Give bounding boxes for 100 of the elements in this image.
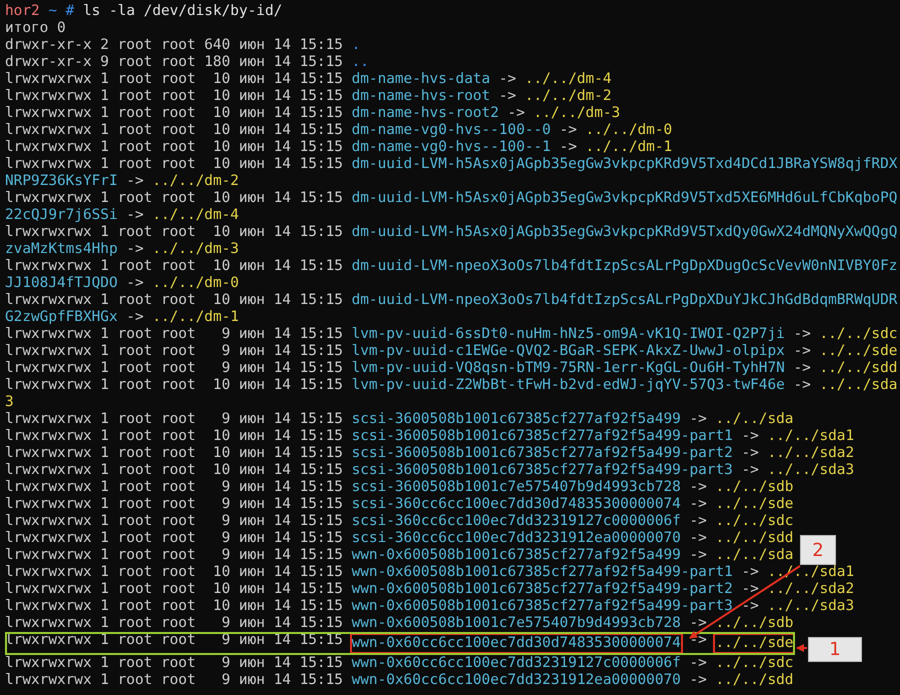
link-target: ../../sda2	[767, 581, 854, 597]
link-target: ../../sdc	[715, 655, 794, 671]
file-info: lrwxrwxrwx 1 root root 9 июн 14 15:15	[5, 479, 343, 495]
listing-entry: lrwxrwxrwx 1 root root 10 июн 14 15:15 dm-uuid-LVM-h5Asx0jAGpb35egGw3vkpcpKRd9V5Txd4DCd1JBRaYSW8qjfRDXNRP9Z36KsYFrI -> ../../dm-2	[5, 156, 898, 190]
callout-badge: 1	[808, 637, 862, 662]
link-arrow: ->	[741, 428, 759, 444]
file-name: ..	[352, 54, 369, 70]
link-target: ../../sda	[715, 547, 794, 563]
file-info: lrwxrwxrwx 1 root root 9 июн 14 15:15	[5, 343, 343, 359]
file-name: dm-name-hvs-data	[352, 71, 490, 87]
file-name: scsi-3600508b1001c67385cf277af92f5a499	[352, 411, 681, 427]
file-name: wwn-0x60cc6cc100ec7dd3231912ea00000070	[352, 672, 681, 688]
link-target: ../../dm-2	[524, 88, 612, 104]
total-line: итого 0	[5, 20, 66, 36]
file-name: wwn-0x600508b1001c67385cf277af92f5a499	[352, 547, 681, 563]
link-arrow: ->	[560, 122, 577, 138]
file-info: lrwxrwxrwx 1 root root 10 июн 14 15:15	[5, 105, 343, 121]
callout-arrow	[796, 644, 807, 652]
file-info: lrwxrwxrwx 1 root root 10 июн 14 15:15	[5, 445, 343, 461]
link-target: ../../dm-0	[586, 122, 672, 138]
link-arrow: ->	[689, 411, 707, 427]
file-info: lrwxrwxrwx 1 root root 9 июн 14 15:15	[5, 655, 343, 671]
link-target: ../../sdd	[819, 360, 898, 376]
file-name: dm-name-hvs-root	[352, 88, 490, 104]
link-arrow: ->	[508, 105, 525, 121]
link-arrow: ->	[689, 479, 707, 495]
file-name: dm-name-vg0-hvs--100--0	[352, 122, 551, 138]
file-info: lrwxrwxrwx 1 root root 10 июн 14 15:15	[5, 462, 343, 478]
link-target: ../../sda2	[767, 445, 854, 461]
link-target: ../../sde	[819, 343, 898, 359]
listing-entry: lrwxrwxrwx 1 root root 10 июн 14 15:15 lvm-pv-uuid-Z2WbBt-tFwH-b2vd-edWJ-jqYV-57Q3-twF46e -> ../../sda3	[5, 377, 898, 411]
file-name: scsi-3600508b1001c67385cf277af92f5a499-part2	[352, 445, 733, 461]
link-arrow: ->	[741, 462, 759, 478]
file-info: lrwxrwxrwx 1 root root 9 июн 14 15:15	[5, 672, 343, 688]
file-info: drwxr-xr-x 2 root root 640 июн 14 15:15	[5, 37, 343, 53]
file-info: lrwxrwxrwx 1 root root 9 июн 14 15:15	[5, 547, 343, 563]
file-info: lrwxrwxrwx 1 root root 10 июн 14 15:15	[5, 564, 343, 580]
file-info: lrwxrwxrwx 1 root root 9 июн 14 15:15	[5, 360, 343, 376]
link-arrow: ->	[689, 513, 707, 529]
link-target: ../../dm-4	[524, 71, 612, 87]
file-name: lvm-pv-uuid-VQ8qsn-bTM9-75RN-1err-KgGL-Ou6H-TyhH7N	[352, 360, 785, 376]
link-arrow: ->	[689, 496, 707, 512]
link-arrow: ->	[793, 360, 811, 376]
callout-badge: 2	[800, 535, 836, 565]
link-arrow: ->	[741, 564, 759, 580]
prompt-symbol: #	[66, 3, 74, 19]
command-text: ls -la /dev/disk/by-id/	[83, 3, 282, 19]
listing-entry: lrwxrwxrwx 1 root root 10 июн 14 15:15 dm-uuid-LVM-h5Asx0jAGpb35egGw3vkpcpKRd9V5TxdQy0GwX24dMQNyXwQQgQzvaMzKtms4Hhp -> ../../dm-3	[5, 224, 898, 258]
link-target: ../../sdc	[819, 326, 898, 342]
file-info: lrwxrwxrwx 1 root root 10 июн 14 15:15	[5, 139, 343, 155]
file-info: lrwxrwxrwx 1 root root 9 июн 14 15:15	[5, 326, 343, 342]
link-target: ../../sdd	[715, 672, 794, 688]
prompt-host: hor2	[5, 3, 40, 19]
file-name: scsi-3600508b1001c67385cf277af92f5a499-part3	[352, 462, 733, 478]
file-info: lrwxrwxrwx 1 root root 9 июн 14 15:15	[5, 496, 343, 512]
link-target: ../../sda3	[767, 462, 854, 478]
link-target: ../../dm-1	[586, 139, 672, 155]
link-arrow: ->	[793, 343, 811, 359]
listing-entry: lrwxrwxrwx 1 root root 10 июн 14 15:15 dm-uuid-LVM-npeoX3oOs7lb4fdtIzpScsALrPgDpXDuYJkCJhGdBdqmBRWqUDRG2zwGpfFBXHGx -> ../../dm-1	[5, 292, 898, 326]
link-arrow: ->	[689, 530, 707, 546]
file-info: lrwxrwxrwx 1 root root 10 июн 14 15:15	[5, 122, 343, 138]
link-target: ../../sdb	[715, 615, 794, 631]
link-arrow: ->	[498, 88, 516, 104]
link-target: ../../sde	[715, 496, 794, 512]
file-name: scsi-360cc6cc100ec7dd30d74835300000074	[352, 496, 681, 512]
link-arrow: ->	[689, 547, 707, 563]
prompt-path: ~	[48, 3, 57, 19]
link-target: ../../sdc	[715, 513, 794, 529]
link-arrow: ->	[741, 581, 759, 597]
file-name: wwn-0x60cc6cc100ec7dd32319127c0000006f	[352, 655, 681, 671]
link-arrow: ->	[741, 598, 759, 614]
link-target: ../../sdb	[715, 479, 794, 495]
link-arrow: ->	[498, 71, 516, 87]
listing-entry: lrwxrwxrwx 1 root root 10 июн 14 15:15 dm-uuid-LVM-npeoX3oOs7lb4fdtIzpScsALrPgDpXDugOcScVevW0nNIVBY0FzJJ108J4fTJQDO -> ../../dm-0	[5, 258, 898, 292]
link-arrow: ->	[741, 445, 759, 461]
file-info: lrwxrwxrwx 1 root root 9 июн 14 15:15	[5, 411, 343, 427]
file-info: lrwxrwxrwx 1 root root 9 июн 14 15:15	[5, 513, 343, 529]
file-info: lrwxrwxrwx 1 root root 9 июн 14 15:15	[5, 530, 343, 546]
file-info: drwxr-xr-x 9 root root 180 июн 14 15:15	[5, 54, 343, 70]
file-name: .	[352, 37, 360, 53]
link-target: ../../sde	[715, 635, 794, 651]
link-arrow: ->	[560, 139, 577, 155]
file-name: scsi-3600508b1001c67385cf277af92f5a499-part1	[352, 428, 733, 444]
file-name: dm-name-vg0-hvs--100--1	[352, 139, 551, 155]
link-arrow: ->	[689, 615, 707, 631]
link-arrow: ->	[689, 672, 707, 688]
file-name: wwn-0x600508b1001c67385cf277af92f5a499-part3	[352, 598, 733, 614]
link-target: ../../dm-3	[534, 105, 620, 121]
file-name: wwn-0x600508b1001c67385cf277af92f5a499-part2	[352, 581, 733, 597]
file-info: lrwxrwxrwx 1 root root 10 июн 14 15:15	[5, 71, 343, 87]
link-arrow: ->	[689, 655, 707, 671]
link-target: ../../sda	[715, 411, 794, 427]
file-name: wwn-0x600508b1001c67385cf277af92f5a499-part1	[352, 564, 733, 580]
file-name: scsi-360cc6cc100ec7dd32319127c0000006f	[352, 513, 681, 529]
file-name: lvm-pv-uuid-c1EWGe-QVQ2-BGaR-SEPK-AkxZ-UwwJ-olpipx	[352, 343, 785, 359]
file-info: lrwxrwxrwx 1 root root 10 июн 14 15:15	[5, 88, 343, 104]
link-arrow: ->	[689, 632, 707, 648]
link-target: ../../sda3	[767, 598, 854, 614]
file-name: wwn-0x600508b1001c7e575407b9d4993cb728	[352, 615, 681, 631]
file-info: lrwxrwxrwx 1 root root 10 июн 14 15:15	[5, 428, 343, 444]
